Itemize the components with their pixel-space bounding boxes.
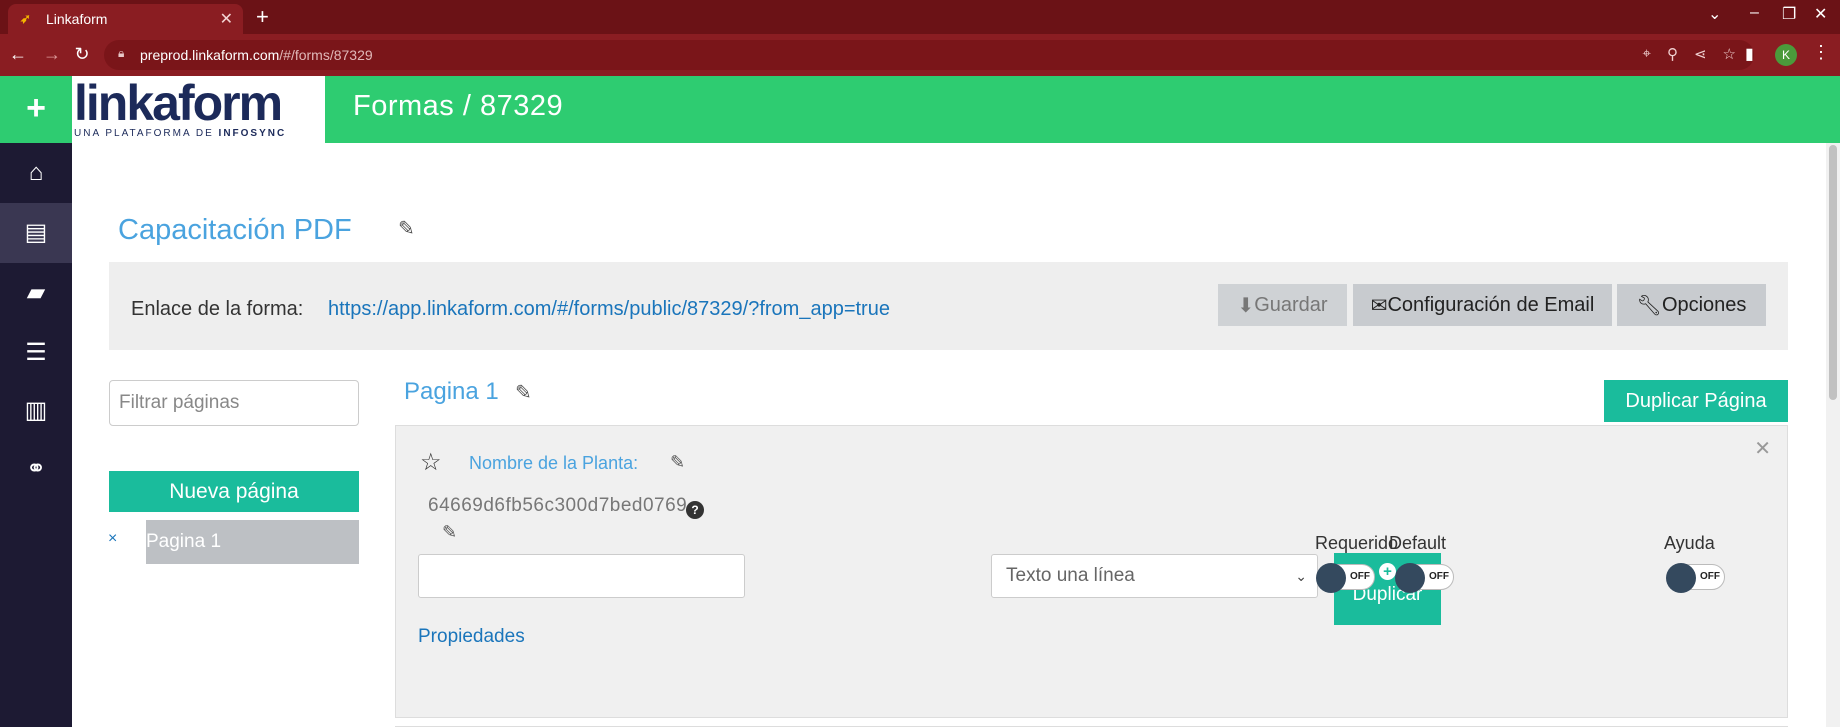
- url-path: /#/forms/87329: [279, 47, 373, 63]
- close-window-icon[interactable]: ✕: [1814, 4, 1827, 24]
- bookmark-star-icon[interactable]: ☆: [1723, 45, 1736, 63]
- lock-icon: 🔒︎: [118, 46, 125, 60]
- browser-tab[interactable]: ➶ Linkaform ✕: [8, 4, 243, 34]
- page-list-item[interactable]: Pagina 1: [146, 520, 359, 564]
- star-icon[interactable]: ☆: [420, 448, 442, 477]
- wrench-icon: 🔧︎: [1636, 294, 1662, 317]
- required-toggle[interactable]: OFF: [1316, 563, 1375, 593]
- browser-tabbar: ➶ Linkaform ✕ + ⌄ – ❐ ✕: [0, 0, 1840, 34]
- tab-search-icon[interactable]: ⌄: [1708, 4, 1721, 24]
- forms-document-icon[interactable]: ▤: [0, 203, 72, 263]
- download-icon: ⬇: [1237, 294, 1255, 317]
- minimize-icon[interactable]: –: [1750, 4, 1759, 22]
- profile-avatar[interactable]: K: [1775, 44, 1797, 66]
- chevron-down-icon: ⌄: [1295, 568, 1307, 584]
- edit-id-pencil-icon[interactable]: ✎: [442, 522, 457, 543]
- options-button[interactable]: 🔧︎ Opciones: [1617, 284, 1766, 326]
- page-scrollbar[interactable]: [1826, 143, 1840, 727]
- link-icon[interactable]: ⚭: [0, 439, 72, 499]
- app-header: + linkaform UNA PLATAFORMA DE INFOSYNC F…: [0, 76, 1840, 143]
- new-page-button[interactable]: Nueva página: [109, 471, 359, 512]
- logo-subtitle: UNA PLATAFORMA DE INFOSYNC: [74, 128, 287, 139]
- info-icon[interactable]: ?: [686, 501, 704, 519]
- question-card: ✕ ☆ Nombre de la Planta: ✎ 64669d6fb56c3…: [395, 425, 1788, 718]
- app-sidebar: ⌂ ▤ ▰ ☰ ▥ ⚭: [0, 143, 72, 727]
- browser-toolbar: ← → ↻ 🔒︎ preprod.linkaform.com/#/forms/8…: [0, 34, 1840, 76]
- question-id: 64669d6fb56c300d7bed0769: [428, 495, 688, 516]
- create-plus-button[interactable]: +: [0, 76, 72, 143]
- form-link-bar: Enlace de la forma: https://app.linkafor…: [109, 262, 1788, 350]
- save-button[interactable]: ⬇ Guardar: [1218, 284, 1347, 326]
- book-icon[interactable]: ▰: [0, 263, 72, 323]
- new-tab-icon[interactable]: +: [256, 4, 269, 30]
- filter-pages-input[interactable]: [109, 380, 359, 426]
- question-answer-input[interactable]: [418, 554, 745, 598]
- linkaform-logo[interactable]: linkaform UNA PLATAFORMA DE INFOSYNC: [72, 76, 325, 143]
- logo-wordmark: linkaform: [74, 75, 283, 131]
- edit-page-pencil-icon[interactable]: ✎: [515, 380, 532, 405]
- envelope-icon: ✉: [1370, 294, 1388, 317]
- remove-page-icon[interactable]: ×: [108, 530, 117, 548]
- plus-circle-icon: +: [1379, 563, 1396, 580]
- question-label: Nombre de la Planta:: [469, 453, 639, 473]
- share-icon[interactable]: ⋖: [1694, 45, 1707, 63]
- tab-close-icon[interactable]: ✕: [220, 9, 233, 29]
- page-title: Formas / 87329: [353, 90, 564, 122]
- linkaform-favicon-icon: ➶: [20, 11, 31, 26]
- url-host: preprod.linkaform.com: [140, 47, 280, 63]
- help-label: Ayuda: [1664, 533, 1715, 553]
- form-title: Capacitación PDF: [118, 214, 352, 246]
- default-toggle[interactable]: OFF: [1395, 563, 1454, 593]
- delete-question-icon[interactable]: ✕: [1754, 436, 1771, 461]
- home-icon[interactable]: ⌂: [0, 143, 72, 203]
- zoom-icon[interactable]: ⚲: [1667, 45, 1678, 63]
- restore-icon[interactable]: ❐: [1782, 4, 1796, 24]
- location-icon[interactable]: ⌖: [1643, 45, 1651, 63]
- reload-icon[interactable]: ↻: [70, 42, 94, 66]
- forward-icon[interactable]: →: [40, 42, 64, 66]
- scroll-thumb[interactable]: [1829, 145, 1837, 400]
- field-type-select[interactable]: Texto una línea ⌄: [991, 554, 1318, 598]
- back-icon[interactable]: ←: [6, 42, 30, 66]
- tab-title: Linkaform: [46, 11, 108, 27]
- bar-chart-icon[interactable]: ▥: [0, 381, 72, 441]
- edit-label-pencil-icon[interactable]: ✎: [670, 452, 685, 473]
- help-toggle[interactable]: OFF: [1666, 563, 1725, 593]
- edit-title-pencil-icon[interactable]: ✎: [398, 216, 415, 241]
- list-icon[interactable]: ☰: [0, 323, 72, 383]
- side-panel-icon[interactable]: ▮: [1745, 44, 1754, 64]
- address-bar[interactable]: 🔒︎ preprod.linkaform.com/#/forms/87329 ⌖…: [104, 40, 1754, 70]
- browser-menu-icon[interactable]: ⋮: [1812, 42, 1830, 63]
- required-label: Requerido: [1315, 533, 1399, 553]
- email-config-button[interactable]: ✉ Configuración de Email: [1353, 284, 1612, 326]
- current-page-title: Pagina 1: [404, 378, 499, 405]
- duplicate-page-button[interactable]: Duplicar Página: [1604, 380, 1788, 422]
- default-label: Default: [1389, 533, 1447, 553]
- properties-link[interactable]: Propiedades: [418, 626, 525, 648]
- form-link-label: Enlace de la forma:: [131, 298, 304, 320]
- form-public-link[interactable]: https://app.linkaform.com/#/forms/public…: [328, 298, 890, 321]
